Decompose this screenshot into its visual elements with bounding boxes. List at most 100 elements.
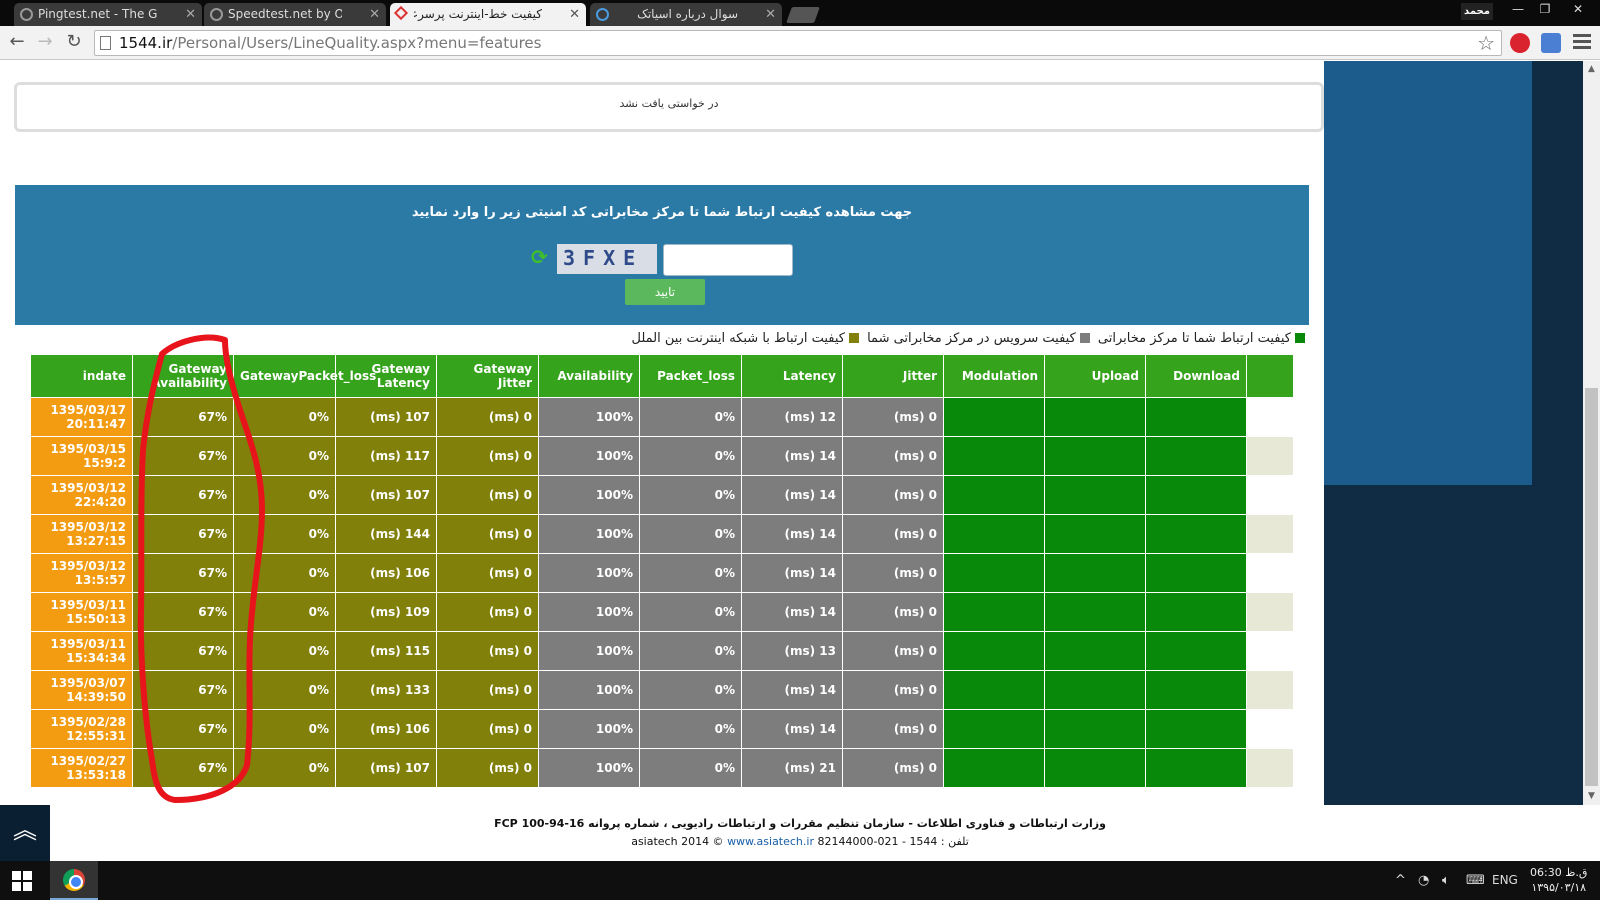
table-cell bbox=[943, 708, 1045, 749]
table-cell: (ms) 106 bbox=[335, 708, 437, 749]
table-cell: (ms) 144 bbox=[335, 513, 437, 554]
close-tab-icon[interactable]: ✕ bbox=[765, 3, 776, 26]
table-row: 1395/03/11 15:34:34 67% 0% (ms) 115 (ms) 0 10… bbox=[30, 630, 1293, 671]
table-cell: (ms) 0 bbox=[436, 552, 539, 593]
table-cell: (ms) 0 bbox=[842, 630, 944, 671]
table-cell: 1395/03/12 22:4:20 bbox=[30, 474, 133, 515]
keyboard-icon[interactable]: ⌨ bbox=[1466, 873, 1485, 888]
minimize-icon[interactable]: — bbox=[1505, 0, 1531, 18]
table-cell: (ms) 0 bbox=[842, 513, 944, 554]
back-arrow-icon[interactable]: ← bbox=[6, 31, 28, 53]
table-row: 1395/03/17 20:11:47 67% 0% (ms) 107 (ms) 0 10… bbox=[30, 396, 1293, 437]
table-cell: 0% bbox=[639, 591, 742, 632]
table-cell: 0% bbox=[233, 747, 336, 788]
table-cell: (ms) 106 bbox=[335, 552, 437, 593]
table-cell bbox=[943, 630, 1045, 671]
profile-button[interactable]: محمد bbox=[1461, 3, 1493, 20]
language-indicator[interactable]: ENG bbox=[1492, 873, 1518, 887]
close-window-icon[interactable]: ✕ bbox=[1560, 0, 1596, 18]
table-cell: 0% bbox=[233, 396, 336, 437]
table-cell: 0% bbox=[639, 435, 742, 476]
taskbar-clock[interactable]: 06:30 ق.ظ ۱۳۹۵/۰۳/۱۸ bbox=[1530, 865, 1587, 895]
wifi-icon[interactable]: ◔ bbox=[1418, 873, 1429, 888]
forum-icon bbox=[596, 8, 609, 21]
tab-line-quality[interactable]: کیفیت خط-اینترنت پرسرعت ✕ bbox=[390, 3, 586, 26]
page-scrollbar[interactable]: ▲ ▼ bbox=[1583, 61, 1600, 805]
table-cell bbox=[1145, 630, 1247, 671]
table-cell: (ms) 0 bbox=[436, 747, 539, 788]
table-cell: (ms) 0 bbox=[842, 474, 944, 515]
table-cell bbox=[1145, 708, 1247, 749]
legend-item: کیفیت ارتباط با شبکه اینترنت بین الملل bbox=[632, 331, 863, 346]
table-cell bbox=[943, 474, 1045, 515]
page-viewport: در خواستی یافت نشد جهت مشاهده کیفیت ارتب… bbox=[0, 61, 1583, 805]
footer-contact-text: تلفن : 1544 - 021-82144000 asiatech 2014… bbox=[0, 835, 1600, 848]
close-tab-icon[interactable]: ✕ bbox=[185, 3, 196, 26]
reload-icon[interactable]: ↻ bbox=[63, 31, 85, 53]
confirm-button[interactable]: تایید bbox=[625, 279, 705, 305]
show-hidden-icons-chevron-icon[interactable]: ^ bbox=[1395, 873, 1406, 888]
table-row: 1395/03/12 13:5:57 67% 0% (ms) 106 (ms) 0 100… bbox=[30, 552, 1293, 593]
table-cell: (ms) 0 bbox=[842, 435, 944, 476]
captcha-input[interactable] bbox=[663, 244, 793, 276]
column-header: Gateway Availability bbox=[132, 355, 234, 397]
table-cell bbox=[1044, 435, 1146, 476]
scroll-up-arrow-icon[interactable]: ▲ bbox=[1583, 61, 1600, 78]
close-tab-icon[interactable]: ✕ bbox=[369, 3, 380, 26]
adblock-extension-icon[interactable] bbox=[1510, 33, 1530, 53]
table-cell-spacer bbox=[1246, 474, 1293, 515]
translate-extension-icon[interactable] bbox=[1541, 33, 1561, 53]
table-row: 1395/02/28 12:55:31 67% 0% (ms) 106 (ms) 0 10… bbox=[30, 708, 1293, 749]
table-cell bbox=[1044, 747, 1146, 788]
table-cell: 0% bbox=[233, 708, 336, 749]
tab-pingtest[interactable]: Pingtest.net - The Global ✕ bbox=[14, 3, 202, 26]
table-cell: 0% bbox=[233, 513, 336, 554]
table-cell: (ms) 14 bbox=[741, 669, 843, 710]
table-cell: 67% bbox=[132, 435, 234, 476]
table-cell: 67% bbox=[132, 513, 234, 554]
table-row: 1395/03/12 13:27:15 67% 0% (ms) 144 (ms) 0 10… bbox=[30, 513, 1293, 554]
column-header: Jitter bbox=[842, 355, 944, 397]
forward-arrow-icon[interactable]: → bbox=[34, 31, 56, 53]
scroll-down-arrow-icon[interactable]: ▼ bbox=[1583, 788, 1600, 805]
table-cell bbox=[1044, 513, 1146, 554]
table-row: 1395/03/11 15:50:13 67% 0% (ms) 109 (ms) 0 10… bbox=[30, 591, 1293, 632]
bookmark-star-icon[interactable]: ☆ bbox=[1477, 31, 1495, 55]
table-cell bbox=[1044, 591, 1146, 632]
message-box: در خواستی یافت نشد bbox=[14, 82, 1324, 132]
table-cell bbox=[943, 747, 1045, 788]
table-cell: (ms) 107 bbox=[335, 396, 437, 437]
table-cell: (ms) 0 bbox=[436, 435, 539, 476]
column-header: Download bbox=[1145, 355, 1247, 397]
table-cell bbox=[1145, 747, 1247, 788]
refresh-captcha-icon[interactable]: ⟳ bbox=[531, 246, 551, 268]
table-cell: (ms) 14 bbox=[741, 591, 843, 632]
table-cell: 100% bbox=[538, 513, 640, 554]
volume-icon[interactable]: 🔈︎ bbox=[1442, 873, 1450, 888]
table-cell: 100% bbox=[538, 591, 640, 632]
windows-start-icon[interactable] bbox=[12, 871, 32, 891]
table-cell: 0% bbox=[233, 669, 336, 710]
chrome-taskbar-button[interactable] bbox=[50, 861, 98, 900]
legend-item: کیفیت سرویس در مرکز مخابراتی شما bbox=[867, 331, 1094, 346]
tab-speedtest[interactable]: Speedtest.net by Ookla - ✕ bbox=[204, 3, 386, 26]
table-cell-spacer bbox=[1246, 669, 1293, 710]
scrollbar-thumb[interactable] bbox=[1585, 388, 1598, 786]
address-bar[interactable]: 1544.ir/Personal/Users/LineQuality.aspx?… bbox=[94, 30, 1502, 56]
table-cell: 0% bbox=[233, 630, 336, 671]
table-cell bbox=[943, 513, 1045, 554]
asiatech-link[interactable]: www.asiatech.ir bbox=[727, 835, 814, 848]
tab-asiatech-question[interactable]: سوال درباره اسیاتک ✕ bbox=[590, 3, 782, 26]
tab-title: Speedtest.net by Ookla - bbox=[228, 7, 342, 21]
table-cell: 1395/02/28 12:55:31 bbox=[30, 708, 133, 749]
chrome-menu-icon[interactable] bbox=[1573, 34, 1591, 52]
new-tab-button[interactable] bbox=[786, 7, 820, 23]
table-cell bbox=[1044, 669, 1146, 710]
legend-swatch bbox=[848, 333, 859, 343]
restore-icon[interactable]: ❐ bbox=[1532, 0, 1558, 18]
table-cell: (ms) 14 bbox=[741, 513, 843, 554]
back-to-top-icon[interactable]: ︽ bbox=[0, 805, 50, 861]
close-tab-icon[interactable]: ✕ bbox=[569, 3, 580, 26]
browser-tab-strip: Pingtest.net - The Global ✕ Speedtest.ne… bbox=[0, 0, 1600, 26]
table-cell-spacer bbox=[1246, 708, 1293, 749]
